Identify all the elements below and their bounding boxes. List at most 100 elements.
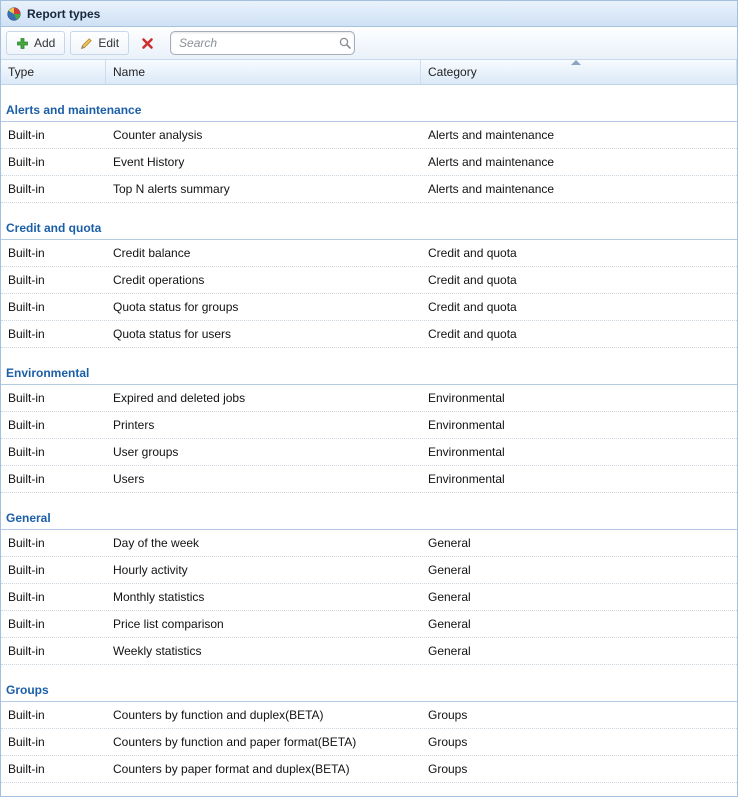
cell-name: Printers: [106, 418, 421, 432]
cell-category: Alerts and maintenance: [421, 182, 737, 196]
group-header[interactable]: Alerts and maintenance: [1, 85, 737, 122]
cell-type: Built-in: [1, 472, 106, 486]
table-row[interactable]: Built-inDay of the weekGeneral: [1, 530, 737, 557]
add-button-label: Add: [34, 36, 55, 50]
cell-name: Expired and deleted jobs: [106, 391, 421, 405]
cell-name: Event History: [106, 155, 421, 169]
table-row[interactable]: Built-inCredit operationsCredit and quot…: [1, 267, 737, 294]
cell-category: Alerts and maintenance: [421, 155, 737, 169]
cell-type: Built-in: [1, 300, 106, 314]
cell-category: Credit and quota: [421, 246, 737, 260]
cell-category: Environmental: [421, 445, 737, 459]
cell-type: Built-in: [1, 327, 106, 341]
cell-type: Built-in: [1, 128, 106, 142]
group-header[interactable]: General: [1, 493, 737, 530]
table-row[interactable]: Built-inHourly activityGeneral: [1, 557, 737, 584]
table-row[interactable]: Built-inUser groupsEnvironmental: [1, 439, 737, 466]
cell-type: Built-in: [1, 418, 106, 432]
group-label: Groups: [6, 683, 49, 697]
cell-type: Built-in: [1, 735, 106, 749]
column-header-category[interactable]: Category: [421, 60, 737, 84]
table-row[interactable]: Built-inQuota status for groupsCredit an…: [1, 294, 737, 321]
cell-type: Built-in: [1, 563, 106, 577]
column-headers: Type Name Category: [1, 60, 737, 85]
cell-category: General: [421, 644, 737, 658]
delete-x-icon: [141, 37, 154, 50]
table-row[interactable]: Built-inExpired and deleted jobsEnvironm…: [1, 385, 737, 412]
cell-type: Built-in: [1, 273, 106, 287]
group-label: Environmental: [6, 366, 89, 380]
toolbar: Add Edit: [1, 27, 737, 60]
table-row[interactable]: Built-inQuota status for usersCredit and…: [1, 321, 737, 348]
table-body: Alerts and maintenanceBuilt-inCounter an…: [1, 85, 737, 783]
table-row[interactable]: Built-inPrintersEnvironmental: [1, 412, 737, 439]
cell-name: Counters by function and duplex(BETA): [106, 708, 421, 722]
table-row[interactable]: Built-inTop N alerts summaryAlerts and m…: [1, 176, 737, 203]
cell-category: Credit and quota: [421, 273, 737, 287]
cell-type: Built-in: [1, 155, 106, 169]
table-row[interactable]: Built-inCredit balanceCredit and quota: [1, 240, 737, 267]
window-title: Report types: [27, 7, 100, 21]
cell-category: General: [421, 536, 737, 550]
cell-type: Built-in: [1, 246, 106, 260]
cell-type: Built-in: [1, 590, 106, 604]
cell-category: Environmental: [421, 391, 737, 405]
cell-category: Environmental: [421, 418, 737, 432]
table-row[interactable]: Built-inCounters by paper format and dup…: [1, 756, 737, 783]
table-row[interactable]: Built-inPrice list comparisonGeneral: [1, 611, 737, 638]
cell-name: Counter analysis: [106, 128, 421, 142]
group-header[interactable]: Credit and quota: [1, 203, 737, 240]
cell-type: Built-in: [1, 762, 106, 776]
cell-name: Credit operations: [106, 273, 421, 287]
cell-type: Built-in: [1, 708, 106, 722]
column-header-name[interactable]: Name: [106, 60, 421, 84]
add-button[interactable]: Add: [6, 31, 65, 55]
cell-name: Quota status for groups: [106, 300, 421, 314]
group-header[interactable]: Groups: [1, 665, 737, 702]
search-box: [170, 31, 355, 55]
cell-category: Groups: [421, 762, 737, 776]
table-row[interactable]: Built-inMonthly statisticsGeneral: [1, 584, 737, 611]
cell-category: Environmental: [421, 472, 737, 486]
cell-category: General: [421, 563, 737, 577]
cell-name: Hourly activity: [106, 563, 421, 577]
titlebar: Report types: [1, 1, 737, 27]
cell-type: Built-in: [1, 391, 106, 405]
column-header-category-label: Category: [428, 65, 477, 79]
group-header[interactable]: Environmental: [1, 348, 737, 385]
cell-name: Top N alerts summary: [106, 182, 421, 196]
cell-type: Built-in: [1, 644, 106, 658]
pencil-icon: [80, 37, 93, 50]
cell-category: Alerts and maintenance: [421, 128, 737, 142]
cell-name: Counters by paper format and duplex(BETA…: [106, 762, 421, 776]
group-label: Alerts and maintenance: [6, 103, 141, 117]
cell-category: Groups: [421, 708, 737, 722]
cell-category: Credit and quota: [421, 327, 737, 341]
cell-type: Built-in: [1, 182, 106, 196]
pie-chart-icon: [7, 7, 21, 21]
table-row[interactable]: Built-inCounters by function and paper f…: [1, 729, 737, 756]
cell-name: Users: [106, 472, 421, 486]
cell-type: Built-in: [1, 536, 106, 550]
cell-name: Credit balance: [106, 246, 421, 260]
table-row[interactable]: Built-inWeekly statisticsGeneral: [1, 638, 737, 665]
group-label: General: [6, 511, 51, 525]
delete-button[interactable]: [134, 31, 161, 55]
cell-category: Groups: [421, 735, 737, 749]
search-icon[interactable]: [338, 36, 359, 50]
column-header-type[interactable]: Type: [1, 60, 106, 84]
table-row[interactable]: Built-inCounter analysisAlerts and maint…: [1, 122, 737, 149]
plus-icon: [16, 37, 29, 50]
sort-asc-icon: [571, 60, 581, 65]
table-row[interactable]: Built-inEvent HistoryAlerts and maintena…: [1, 149, 737, 176]
column-header-name-label: Name: [113, 65, 145, 79]
cell-name: Counters by function and paper format(BE…: [106, 735, 421, 749]
cell-category: General: [421, 617, 737, 631]
cell-category: Credit and quota: [421, 300, 737, 314]
table-row[interactable]: Built-inUsersEnvironmental: [1, 466, 737, 493]
table-row[interactable]: Built-inCounters by function and duplex(…: [1, 702, 737, 729]
search-input[interactable]: [171, 32, 338, 54]
cell-name: Weekly statistics: [106, 644, 421, 658]
edit-button[interactable]: Edit: [70, 31, 129, 55]
cell-category: General: [421, 590, 737, 604]
